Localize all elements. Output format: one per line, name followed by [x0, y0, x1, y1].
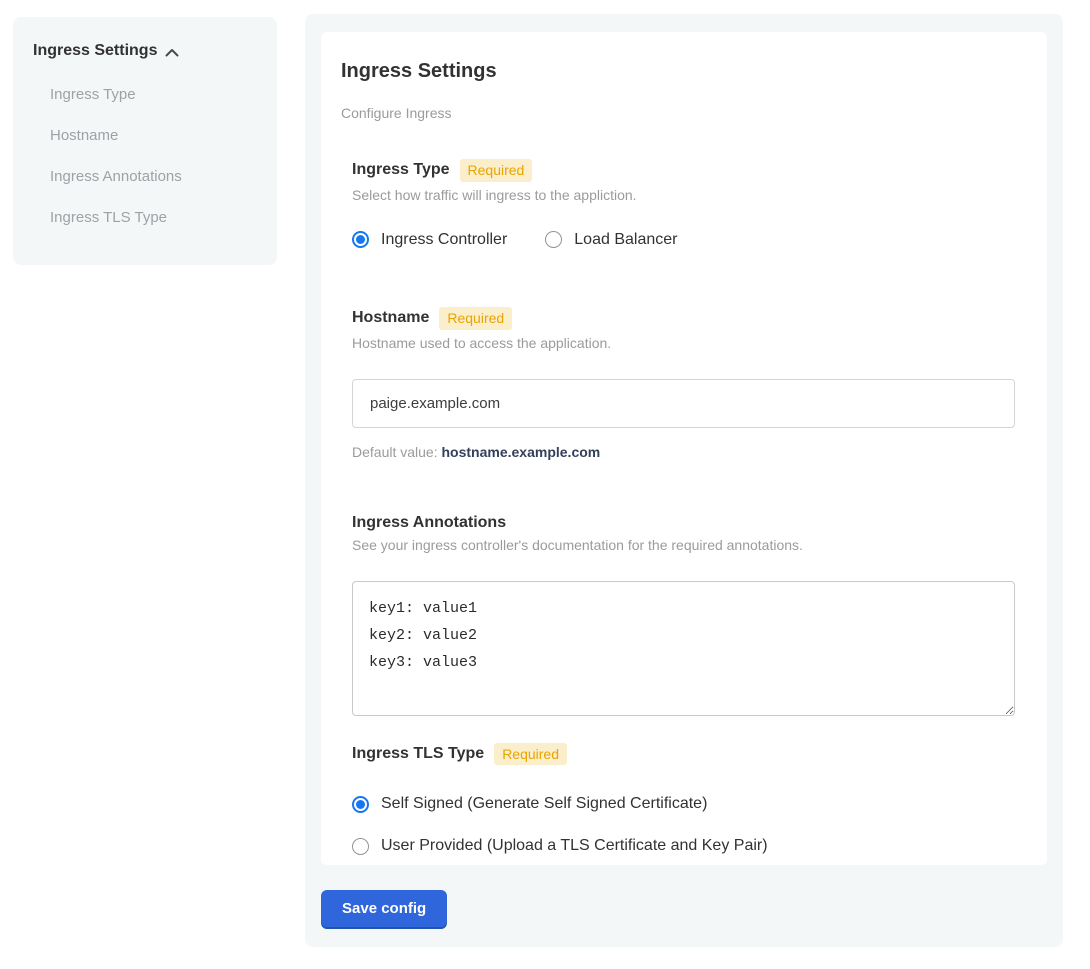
hostname-input[interactable] — [352, 379, 1015, 428]
radio-label: Ingress Controller — [381, 231, 507, 249]
field-hostname-header: Hostname Required — [352, 307, 1015, 330]
field-hostname: Hostname Required Hostname used to acces… — [352, 307, 1015, 460]
sidebar-item-ingress-type[interactable]: Ingress Type — [50, 86, 257, 103]
config-card: Ingress Settings Configure Ingress Ingre… — [321, 32, 1047, 865]
field-tls-label: Ingress TLS Type — [352, 745, 484, 763]
sidebar-item-ingress-tls-type[interactable]: Ingress TLS Type — [50, 209, 257, 226]
radio-unselected-icon — [352, 838, 369, 855]
required-badge: Required — [439, 307, 512, 330]
sidebar-item-list: Ingress Type Hostname Ingress Annotation… — [33, 86, 257, 226]
radio-ingress-controller[interactable]: Ingress Controller — [352, 231, 507, 249]
field-annotations-help: See your ingress controller's documentat… — [352, 537, 1015, 553]
field-ingress-type-header: Ingress Type Required — [352, 159, 1015, 182]
config-page: Ingress Settings Ingress Type Hostname I… — [0, 0, 1090, 969]
radio-self-signed[interactable]: Self Signed (Generate Self Signed Certif… — [352, 795, 1015, 813]
field-hostname-help: Hostname used to access the application. — [352, 335, 1015, 351]
field-ingress-type-label: Ingress Type — [352, 161, 450, 179]
radio-selected-icon — [352, 231, 369, 248]
radio-user-provided[interactable]: User Provided (Upload a TLS Certificate … — [352, 837, 1015, 855]
field-ingress-type-help: Select how traffic will ingress to the a… — [352, 187, 1015, 203]
radio-label: User Provided (Upload a TLS Certificate … — [381, 837, 768, 855]
field-annotations-label: Ingress Annotations — [352, 514, 506, 532]
radio-label: Load Balancer — [574, 231, 677, 249]
radio-selected-icon — [352, 796, 369, 813]
radio-unselected-icon — [545, 231, 562, 248]
config-nav-sidebar: Ingress Settings Ingress Type Hostname I… — [13, 17, 277, 265]
radio-label: Self Signed (Generate Self Signed Certif… — [381, 795, 707, 813]
page-title: Ingress Settings — [341, 60, 1015, 83]
field-tls-header: Ingress TLS Type Required — [352, 743, 1015, 766]
config-panel: Ingress Settings Configure Ingress Ingre… — [305, 14, 1063, 947]
ingress-type-options: Ingress Controller Load Balancer — [352, 231, 1015, 249]
tls-type-options: Self Signed (Generate Self Signed Certif… — [352, 795, 1015, 855]
required-badge: Required — [494, 743, 567, 766]
hostname-default-line: Default value: hostname.example.com — [352, 444, 1015, 460]
required-badge: Required — [460, 159, 533, 182]
page-subtitle: Configure Ingress — [341, 105, 1015, 121]
save-config-button[interactable]: Save config — [321, 890, 447, 927]
field-ingress-type: Ingress Type Required Select how traffic… — [352, 159, 1015, 249]
sidebar-group-label: Ingress Settings — [33, 42, 157, 60]
field-ingress-tls-type: Ingress TLS Type Required Self Signed (G… — [352, 743, 1015, 856]
field-hostname-label: Hostname — [352, 309, 429, 327]
chevron-up-icon — [165, 48, 179, 57]
sidebar-group-ingress-settings[interactable]: Ingress Settings — [33, 42, 257, 60]
sidebar-item-hostname[interactable]: Hostname — [50, 127, 257, 144]
annotations-textarea[interactable]: key1: value1 key2: value2 key3: value3 — [352, 581, 1015, 716]
hostname-default-value: hostname.example.com — [442, 444, 601, 460]
field-ingress-annotations: Ingress Annotations See your ingress con… — [352, 514, 1015, 721]
field-annotations-header: Ingress Annotations — [352, 514, 1015, 532]
hostname-default-prefix: Default value: — [352, 444, 442, 460]
radio-load-balancer[interactable]: Load Balancer — [545, 231, 677, 249]
sidebar-item-ingress-annotations[interactable]: Ingress Annotations — [50, 168, 257, 185]
